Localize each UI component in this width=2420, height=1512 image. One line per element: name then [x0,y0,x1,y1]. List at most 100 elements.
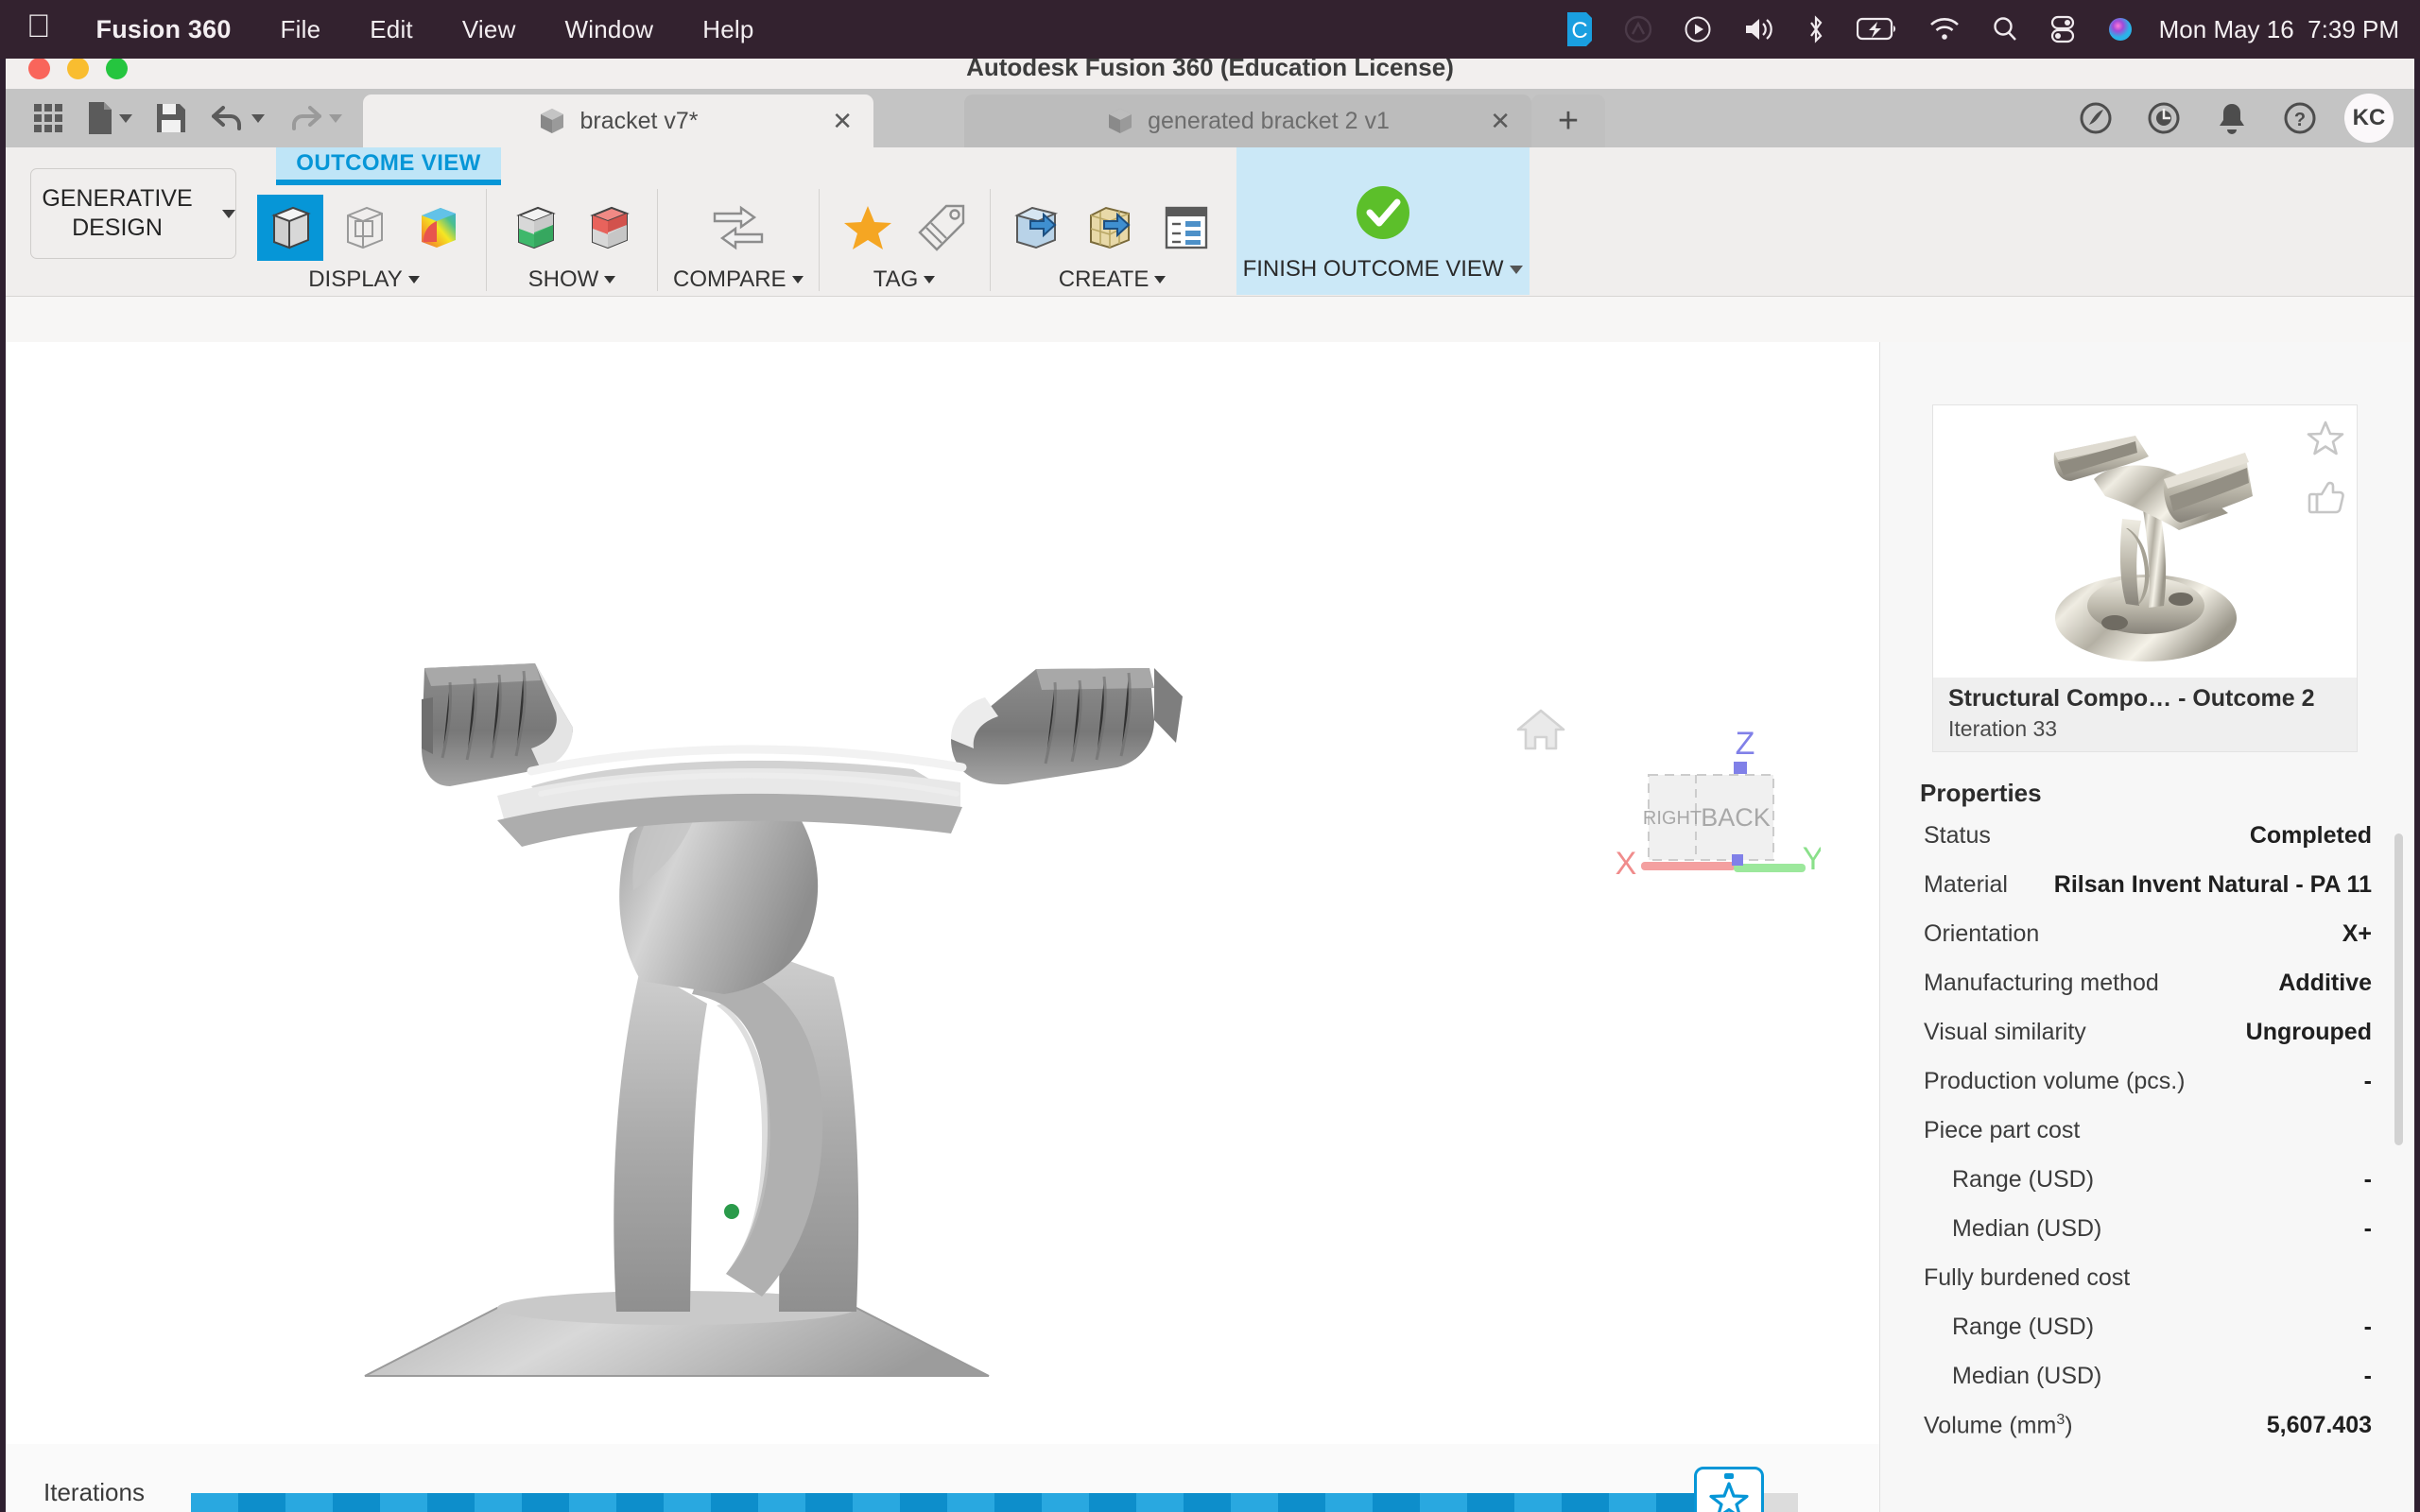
close-window-button[interactable] [28,58,50,79]
iteration-segment[interactable] [758,1493,805,1512]
menu-help[interactable]: Help [678,15,778,44]
iteration-segment[interactable] [191,1493,238,1512]
workspace-switcher-button[interactable]: GENERATIVE DESIGN [30,168,236,259]
create-solid-icon[interactable] [1006,195,1072,261]
apple-logo-icon[interactable]:  [26,10,72,48]
new-file-icon[interactable] [76,89,144,147]
iteration-segment[interactable] [427,1493,475,1512]
search-icon[interactable] [1976,15,2034,43]
iteration-segment[interactable] [900,1493,947,1512]
iteration-segment[interactable] [522,1493,569,1512]
star-outline-icon[interactable] [2306,419,2345,463]
minimize-window-button[interactable] [67,58,89,79]
iteration-segment[interactable] [994,1493,1042,1512]
panel-create-label[interactable]: CREATE [1059,266,1167,293]
play-circle-icon[interactable] [1668,14,1728,44]
chevron-down-icon [604,276,615,284]
notifications-bell-icon[interactable] [2201,89,2263,147]
compare-arrows-icon[interactable] [705,195,771,261]
iteration-segment[interactable] [1278,1493,1325,1512]
tab-generated-bracket-2-v1[interactable]: generated bracket 2 v1 ✕ [964,94,1531,147]
extensions-icon[interactable] [2065,89,2127,147]
iteration-segment[interactable] [1609,1493,1656,1512]
iteration-segment[interactable] [1325,1493,1373,1512]
user-avatar[interactable]: KC [2344,94,2394,143]
close-icon[interactable]: ✕ [832,107,853,136]
help-question-icon[interactable]: ? [2269,89,2331,147]
gradient-display-icon[interactable] [405,195,471,261]
wifi-icon[interactable] [1913,17,1976,42]
panel-display: DISPLAY [257,147,471,293]
property-key: Range (USD) [1924,1314,2094,1341]
iteration-segment[interactable] [1514,1493,1562,1512]
iteration-segment[interactable] [285,1493,333,1512]
menu-window[interactable]: Window [541,15,679,44]
bluetooth-icon[interactable] [1790,14,1841,44]
iterations-track[interactable] [191,1493,1798,1512]
tab-bracket-v7[interactable]: bracket v7* ✕ [363,94,873,147]
solid-display-icon[interactable] [257,195,323,261]
iteration-segment[interactable] [805,1493,853,1512]
volume-icon[interactable] [1728,15,1790,43]
create-mesh-icon[interactable] [1080,195,1146,261]
menu-file[interactable]: File [256,15,346,44]
show-green-icon[interactable] [502,195,568,261]
outcome-card-actions [2306,419,2345,521]
battery-charging-icon[interactable] [1841,17,1913,42]
iteration-segment[interactable] [569,1493,616,1512]
show-red-icon[interactable] [576,195,642,261]
save-icon[interactable] [144,89,199,147]
iteration-segment[interactable] [1467,1493,1514,1512]
panel-show-label[interactable]: SHOW [528,266,616,293]
home-icon[interactable] [1514,705,1567,759]
generative-design-model[interactable] [6,342,1879,1444]
iteration-segment[interactable] [1562,1493,1609,1512]
grid-apps-icon[interactable] [21,89,76,147]
create-report-icon[interactable] [1153,195,1219,261]
iteration-segment[interactable] [947,1493,994,1512]
panel-tag-label[interactable]: TAG [873,266,936,293]
creative-cloud-icon[interactable]: C [1550,10,1609,48]
outcome-thumbnail[interactable] [1933,405,2357,678]
panel-compare-label[interactable]: COMPARE [673,266,804,293]
iteration-segment[interactable] [1231,1493,1278,1512]
outcome-card[interactable]: Structural Compo… - Outcome 2 Iteration … [1932,404,2358,752]
job-status-icon[interactable] [2133,89,2195,147]
panel-display-label[interactable]: DISPLAY [308,266,420,293]
wireframe-display-icon[interactable] [331,195,397,261]
view-cube[interactable]: Z RIGHT BACK X Y [1613,720,1821,914]
thumbs-up-outline-icon[interactable] [2306,476,2345,521]
iteration-segment[interactable] [1184,1493,1231,1512]
iteration-segment[interactable] [238,1493,285,1512]
redo-icon[interactable] [276,89,354,147]
iteration-segment[interactable] [1089,1493,1136,1512]
iteration-segment[interactable] [1420,1493,1467,1512]
new-tab-button[interactable]: + [1531,94,1605,147]
iteration-segment[interactable] [333,1493,380,1512]
iteration-segment[interactable] [1136,1493,1184,1512]
tag-icon[interactable] [908,195,975,261]
siri-icon[interactable] [2091,15,2150,43]
finish-outcome-view-button[interactable]: FINISH OUTCOME VIEW [1236,147,1530,295]
nordvpn-icon[interactable] [1609,15,1668,43]
iteration-segment[interactable] [475,1493,522,1512]
iteration-segment[interactable] [711,1493,758,1512]
properties-scrollbar[interactable] [2394,833,2403,1145]
menu-view[interactable]: View [438,15,541,44]
3d-viewport[interactable]: Z RIGHT BACK X Y [6,342,1879,1444]
menu-app-name[interactable]: Fusion 360 [72,15,256,44]
undo-icon[interactable] [199,89,276,147]
control-center-icon[interactable] [2034,15,2091,43]
iteration-segment[interactable] [380,1493,427,1512]
close-icon[interactable]: ✕ [1490,107,1511,136]
menu-edit[interactable]: Edit [345,15,438,44]
iteration-segment[interactable] [853,1493,900,1512]
menu-bar-clock[interactable]: Mon May 16 7:39 PM [2150,15,2399,44]
iteration-segment[interactable] [664,1493,711,1512]
maximize-window-button[interactable] [106,58,128,79]
iteration-segment[interactable] [1373,1493,1420,1512]
iteration-segment[interactable] [616,1493,664,1512]
star-icon[interactable] [835,195,901,261]
iteration-slider-handle[interactable] [1694,1467,1764,1512]
iteration-segment[interactable] [1042,1493,1089,1512]
